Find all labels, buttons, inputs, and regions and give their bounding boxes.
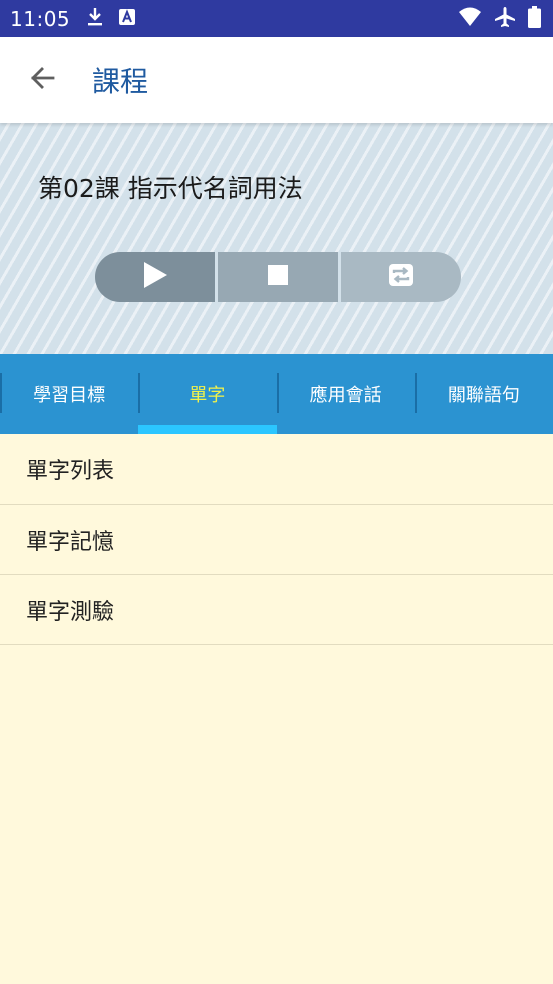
tab-divider (276, 373, 279, 413)
repeat-button[interactable] (338, 252, 461, 302)
accessibility-icon (118, 8, 136, 30)
tab-label: 學習目標 (33, 385, 106, 406)
active-tab-indicator (138, 425, 277, 434)
status-left-icons (86, 7, 136, 31)
tab-label: 關聯語句 (447, 385, 520, 406)
play-icon (142, 261, 168, 293)
arrow-back-icon (28, 64, 56, 96)
list-item-word-memory[interactable]: 單字記憶 (0, 505, 553, 575)
tab-label: 單字 (189, 385, 226, 406)
download-icon (86, 7, 104, 31)
list-item-word-list[interactable]: 單字列表 (0, 434, 553, 505)
tab-divider (0, 373, 2, 413)
lesson-title: 第02課 指示代名詞用法 (38, 174, 303, 203)
app-bar: 課程 (0, 37, 553, 123)
tab-divider (138, 373, 141, 413)
vocabulary-menu-list: 單字列表 單字記憶 單字測驗 (0, 434, 553, 645)
list-item-word-quiz[interactable]: 單字測驗 (0, 575, 553, 645)
audio-player-controls (95, 252, 461, 302)
tab-divider (414, 373, 417, 413)
stop-icon (267, 264, 289, 290)
play-button[interactable] (95, 252, 215, 302)
tab-learning-goals[interactable]: 學習目標 (0, 354, 138, 434)
repeat-icon (387, 262, 415, 292)
tab-bar: 學習目標 單字 應用會話 關聯語句 (0, 354, 553, 434)
status-time: 11:05 (10, 6, 71, 31)
lesson-header: 第02課 指示代名詞用法 (0, 123, 553, 354)
stop-button[interactable] (215, 252, 338, 302)
back-button[interactable] (22, 60, 62, 100)
tab-conversation[interactable]: 應用會話 (276, 354, 415, 434)
page-title: 課程 (92, 65, 149, 98)
tab-related-sentences[interactable]: 關聯語句 (414, 354, 553, 434)
airplane-icon (494, 6, 516, 32)
status-right-icons (458, 5, 541, 32)
tab-vocabulary[interactable]: 單字 (138, 354, 277, 434)
status-bar: 11:05 (0, 0, 553, 37)
wifi-icon (458, 7, 482, 31)
tab-label: 應用會話 (309, 385, 382, 406)
battery-icon (528, 5, 541, 32)
